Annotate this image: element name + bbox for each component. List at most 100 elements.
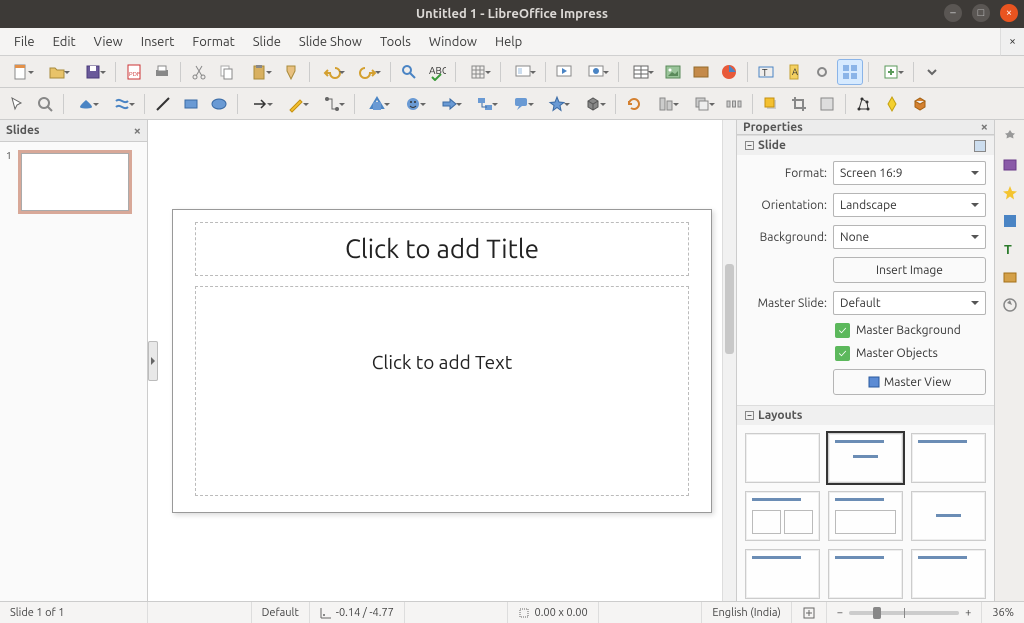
line-style-button[interactable] <box>105 91 139 117</box>
find-replace-button[interactable] <box>396 59 422 85</box>
sidebar-tab-styles[interactable]: T <box>999 238 1021 260</box>
connector-button[interactable] <box>315 91 349 117</box>
window-close-button[interactable]: × <box>1000 4 1018 22</box>
clone-format-button[interactable] <box>278 59 304 85</box>
hyperlink-button[interactable] <box>809 59 835 85</box>
slide-section-header[interactable]: – Slide <box>737 136 994 155</box>
more-options-icon[interactable] <box>974 140 986 152</box>
menu-slideshow[interactable]: Slide Show <box>291 31 370 53</box>
background-combo[interactable]: None <box>833 225 986 249</box>
views-grid-button[interactable] <box>837 59 863 85</box>
content-placeholder[interactable]: Click to add Text <box>195 286 689 496</box>
spellcheck-button[interactable]: ABC <box>424 59 450 85</box>
sidebar-tab-animation[interactable] <box>999 182 1021 204</box>
table-button[interactable] <box>624 59 658 85</box>
callouts-button[interactable] <box>504 91 538 117</box>
av-button[interactable] <box>688 59 714 85</box>
master-view-button[interactable]: Master View <box>833 369 986 395</box>
fill-color-button[interactable] <box>69 91 103 117</box>
status-language[interactable]: English (India) <box>702 602 792 623</box>
status-zoom-slider[interactable]: − + <box>827 602 982 623</box>
menu-slide[interactable]: Slide <box>245 31 289 53</box>
display-views-button[interactable] <box>506 59 540 85</box>
block-arrows-button[interactable] <box>432 91 466 117</box>
window-maximize-button[interactable]: □ <box>972 4 990 22</box>
shadow-button[interactable] <box>758 91 784 117</box>
cut-button[interactable] <box>186 59 212 85</box>
sidebar-tab-slide-transition[interactable] <box>999 154 1021 176</box>
orientation-combo[interactable]: Landscape <box>833 193 986 217</box>
format-combo[interactable]: Screen 16:9 <box>833 161 986 185</box>
sidebar-tab-gallery[interactable] <box>999 266 1021 288</box>
layout-centered-text[interactable] <box>911 491 986 541</box>
slide-thumbnail-1[interactable]: 1 <box>6 150 141 214</box>
arrow-line-button[interactable] <box>243 91 277 117</box>
arrange-button[interactable] <box>685 91 719 117</box>
document-tab-close[interactable]: × <box>1000 28 1024 56</box>
save-file-button[interactable] <box>76 59 110 85</box>
menu-insert[interactable]: Insert <box>133 31 183 53</box>
align-objects-button[interactable] <box>649 91 683 117</box>
layout-title-only[interactable] <box>911 433 986 483</box>
polygon-edit-button[interactable] <box>851 91 877 117</box>
pencil-line-button[interactable] <box>279 91 313 117</box>
status-cursor-position[interactable]: -0.14 / -4.77 <box>310 602 405 623</box>
extrusion-button[interactable] <box>907 91 933 117</box>
new-file-button[interactable] <box>4 59 38 85</box>
menu-format[interactable]: Format <box>184 31 242 53</box>
ellipse-button[interactable] <box>206 91 232 117</box>
status-slide-count[interactable]: Slide 1 of 1 <box>0 602 148 623</box>
title-placeholder[interactable]: Click to add Title <box>195 222 689 276</box>
menu-help[interactable]: Help <box>487 31 530 53</box>
print-button[interactable] <box>149 59 175 85</box>
insert-image-button[interactable]: Insert Image <box>833 257 986 283</box>
rotate-button[interactable] <box>621 91 647 117</box>
symbol-shapes-button[interactable] <box>396 91 430 117</box>
paste-button[interactable] <box>242 59 276 85</box>
overflow-button[interactable] <box>919 59 945 85</box>
sidebar-tab-master-slides[interactable] <box>999 210 1021 232</box>
master-background-checkbox-row[interactable]: ✓ Master Background <box>835 323 986 338</box>
status-fit-page[interactable] <box>792 602 827 623</box>
undo-button[interactable] <box>315 59 349 85</box>
copy-button[interactable] <box>214 59 240 85</box>
flowchart-button[interactable] <box>468 91 502 117</box>
menu-edit[interactable]: Edit <box>45 31 84 53</box>
layout-title-content[interactable] <box>828 433 903 483</box>
basic-shapes-button[interactable] <box>360 91 394 117</box>
status-master[interactable]: Default <box>252 602 310 623</box>
master-slide-combo[interactable]: Default <box>833 291 986 315</box>
slide-canvas[interactable]: Click to add Title Click to add Text <box>172 209 712 513</box>
pointer-button[interactable] <box>4 91 30 117</box>
line-button[interactable] <box>150 91 176 117</box>
gluepoints-button[interactable] <box>879 91 905 117</box>
layout-blank[interactable] <box>745 433 820 483</box>
window-minimize-button[interactable]: – <box>944 4 962 22</box>
zoom-slider-knob[interactable] <box>873 607 881 619</box>
vertical-scrollbar[interactable] <box>722 120 736 601</box>
image-button[interactable] <box>660 59 686 85</box>
status-object-size[interactable]: 0.00 x 0.00 <box>508 602 598 623</box>
layout-title-content-alt[interactable] <box>828 491 903 541</box>
menu-tools[interactable]: Tools <box>372 31 419 53</box>
3d-objects-button[interactable] <box>576 91 610 117</box>
pdf-export-button[interactable]: PDF <box>121 59 147 85</box>
distribute-button[interactable] <box>721 91 747 117</box>
sidebar-tab-navigator[interactable] <box>999 294 1021 316</box>
start-beginning-button[interactable] <box>551 59 577 85</box>
status-zoom-percent[interactable]: 36% <box>982 602 1024 623</box>
textbox-vertical-button[interactable]: A <box>781 59 807 85</box>
properties-panel-close[interactable]: × <box>981 120 988 134</box>
stars-button[interactable] <box>540 91 574 117</box>
grid-button[interactable] <box>461 59 495 85</box>
sidebar-tab-properties[interactable] <box>999 126 1021 148</box>
panel-collapse-handle-left[interactable] <box>148 341 158 381</box>
scrollbar-thumb[interactable] <box>725 264 734 354</box>
textbox-button[interactable]: T <box>753 59 779 85</box>
menu-window[interactable]: Window <box>421 31 485 53</box>
layout-opt-7[interactable] <box>745 549 820 599</box>
layouts-section-header[interactable]: – Layouts <box>737 406 994 425</box>
filter-button[interactable] <box>814 91 840 117</box>
layout-two-content[interactable] <box>745 491 820 541</box>
open-file-button[interactable] <box>40 59 74 85</box>
